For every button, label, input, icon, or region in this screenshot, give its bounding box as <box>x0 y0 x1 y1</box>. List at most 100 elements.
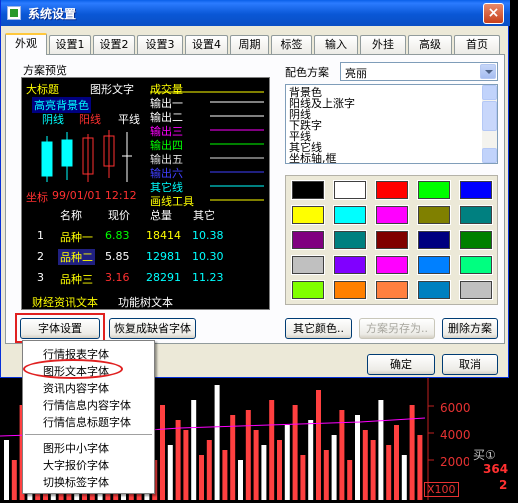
volume-bar <box>417 435 423 500</box>
color-swatch[interactable] <box>459 180 493 200</box>
color-swatch[interactable] <box>333 255 367 275</box>
color-swatch[interactable] <box>333 280 367 300</box>
color-swatch[interactable] <box>459 280 493 300</box>
scheme-select[interactable]: 亮丽 <box>340 62 498 81</box>
title-bar[interactable]: 系统设置 × <box>1 0 510 26</box>
volume-bar <box>269 400 275 500</box>
menu-item-quote-info-content-font[interactable]: 行情信息内容字体 <box>43 397 131 413</box>
volume-bar <box>277 440 282 500</box>
color-swatch[interactable] <box>291 280 325 300</box>
preview-coord-label: 坐标 <box>26 191 48 204</box>
volume-bar <box>11 460 17 500</box>
menu-separator <box>25 434 152 435</box>
save-scheme-as-button[interactable]: 方案另存为.. <box>359 318 435 339</box>
scroll-thumb[interactable] <box>482 101 497 131</box>
color-swatch[interactable] <box>291 230 325 250</box>
color-swatch[interactable] <box>417 205 451 225</box>
tab-1[interactable]: 设置1 <box>49 35 91 54</box>
buy1-price: 364 <box>483 462 509 476</box>
scheme-preview: 大标题 图形文字 成交量 高亮背景色 阴线 阳线 平线 输出一 输出二 输出三 … <box>21 77 270 310</box>
color-element-list[interactable]: 背景色 阳线及上涨字 阴线 下跌字 平线 其它线 坐标轴,框 <box>285 84 498 164</box>
cancel-button[interactable]: 取消 <box>442 354 498 375</box>
color-swatch[interactable] <box>291 205 325 225</box>
tab-2[interactable]: 设置2 <box>93 35 135 54</box>
volume-bar <box>199 455 204 500</box>
menu-item-quote-info-title-font[interactable]: 行情信息标题字体 <box>43 414 131 430</box>
close-button[interactable]: × <box>483 3 504 24</box>
tab-9[interactable]: 高级 <box>408 35 452 54</box>
preview-row2-name: 品种二 <box>58 249 95 265</box>
tab-10[interactable]: 首页 <box>454 35 500 54</box>
volume-bar <box>230 415 236 500</box>
preview-row1-other: 10.38 <box>192 229 224 242</box>
menu-item-news-content-font[interactable]: 资讯内容字体 <box>43 380 109 396</box>
preview-candle-body <box>41 141 53 177</box>
color-swatch[interactable] <box>459 230 493 250</box>
scheme-label: 配色方案 <box>285 66 329 79</box>
color-swatch[interactable] <box>459 205 493 225</box>
color-swatch[interactable] <box>375 280 409 300</box>
color-swatch[interactable] <box>375 230 409 250</box>
y-tick-4000: 4000 <box>440 428 471 442</box>
preview-row1-num: 1 <box>37 229 44 242</box>
color-swatch[interactable] <box>459 255 493 275</box>
list-scrollbar[interactable] <box>482 85 497 163</box>
volume-bar <box>206 440 212 500</box>
scroll-up-button[interactable] <box>482 85 497 100</box>
volume-bar <box>401 455 407 500</box>
scheme-select-value: 亮丽 <box>345 67 367 80</box>
color-swatch[interactable] <box>417 280 451 300</box>
ok-button[interactable]: 确定 <box>367 354 435 375</box>
color-swatch[interactable] <box>291 180 325 200</box>
scroll-down-button[interactable] <box>482 148 497 163</box>
app-icon <box>7 6 21 20</box>
volume-bar <box>214 385 220 500</box>
tab-4[interactable]: 设置4 <box>185 35 228 54</box>
tab-0[interactable]: 外观 <box>5 33 47 55</box>
system-settings-dialog: 系统设置 × 外观 设置1 设置2 设置3 设置4 周期 标签 输入 外挂 高级 首页 方案预览 大… <box>0 0 510 378</box>
preview-row1-price: 6.83 <box>105 229 130 242</box>
menu-item-big-quote-font[interactable]: 大字报价字体 <box>43 457 109 473</box>
chevron-down-icon[interactable] <box>480 64 496 79</box>
volume-bar <box>261 445 267 500</box>
color-swatch[interactable] <box>333 180 367 200</box>
tab-8[interactable]: 外挂 <box>360 35 406 54</box>
preview-row3-price: 3.16 <box>105 271 130 284</box>
preview-col-price: 现价 <box>108 209 130 222</box>
preview-row2-price: 5.85 <box>105 250 130 263</box>
volume-bar <box>160 405 165 500</box>
color-swatch[interactable] <box>375 180 409 200</box>
menu-item-switch-tab-font[interactable]: 切换标签字体 <box>43 474 109 490</box>
volume-bar <box>308 420 314 500</box>
color-swatch[interactable] <box>291 255 325 275</box>
color-swatch[interactable] <box>375 205 409 225</box>
tab-7[interactable]: 输入 <box>314 35 358 54</box>
preview-row3-volume: 28291 <box>146 271 181 284</box>
restore-default-font-button[interactable]: 恢复成缺省字体 <box>109 318 196 339</box>
color-swatch[interactable] <box>417 255 451 275</box>
tab-3[interactable]: 设置3 <box>137 35 183 54</box>
color-swatch[interactable] <box>333 230 367 250</box>
color-swatch[interactable] <box>375 255 409 275</box>
preview-row3-num: 3 <box>37 271 44 284</box>
preview-coord-value: 99/01/01 12:12 <box>52 189 137 202</box>
buy1-volume: 2 <box>499 478 508 492</box>
menu-item-graph-small-font[interactable]: 图形中小字体 <box>43 440 109 456</box>
delete-scheme-button[interactable]: 删除方案 <box>442 318 498 339</box>
color-swatch[interactable] <box>417 230 451 250</box>
preview-row3-name: 品种三 <box>60 273 93 286</box>
volume-bar <box>300 455 306 500</box>
preview-finance-text: 财经资讯文本 <box>32 296 98 309</box>
tab-6[interactable]: 标签 <box>271 35 312 54</box>
color-swatch[interactable] <box>417 180 451 200</box>
volume-bar <box>245 410 251 500</box>
color-swatch[interactable] <box>333 205 367 225</box>
tab-5[interactable]: 周期 <box>230 35 269 54</box>
window-title: 系统设置 <box>28 7 77 21</box>
volume-bar <box>292 405 298 500</box>
color-element-item[interactable]: 坐标轴,框 <box>289 153 337 163</box>
volume-bar <box>284 425 290 500</box>
other-color-button[interactable]: 其它颜色.. <box>285 318 352 339</box>
preview-col-other: 其它 <box>193 209 215 222</box>
volume-bar <box>339 410 345 500</box>
